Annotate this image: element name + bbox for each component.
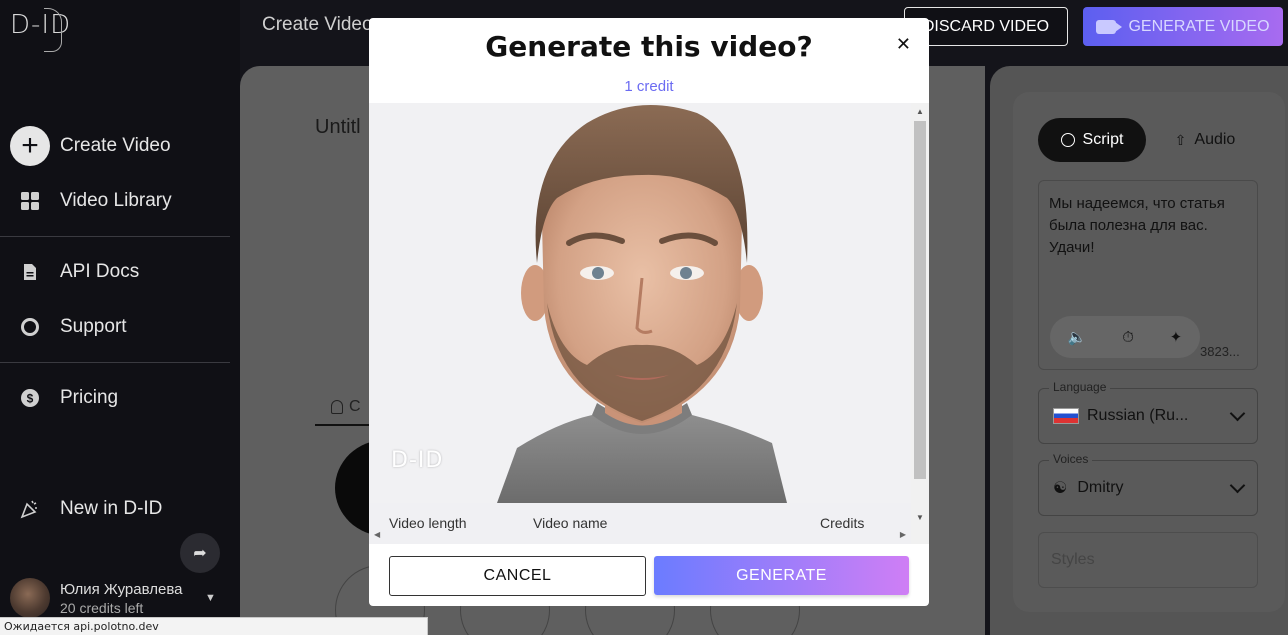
person-icon bbox=[331, 400, 343, 414]
video-camera-icon bbox=[1096, 19, 1123, 34]
scroll-down-icon[interactable]: ▼ bbox=[916, 513, 924, 522]
scroll-right-icon[interactable]: ▶ bbox=[900, 530, 906, 539]
video-preview: D-ID Video length Video name Credits ◀ ▶… bbox=[369, 103, 929, 544]
sidebar-item-create-video[interactable]: + Create Video bbox=[10, 126, 171, 166]
party-icon bbox=[10, 489, 50, 529]
voice-value: Dmitry bbox=[1077, 479, 1124, 496]
generate-video-button[interactable]: GENERATE VIDEO bbox=[1083, 7, 1283, 46]
sidebar-item-new-in-d-id[interactable]: New in D-ID bbox=[10, 489, 162, 529]
cancel-button[interactable]: CANCEL bbox=[389, 556, 646, 596]
script-tools: 🔈 ⏱ ✦ bbox=[1050, 316, 1200, 358]
speaker-icon[interactable]: 🔈 bbox=[1068, 328, 1087, 346]
styles-input[interactable]: Styles bbox=[1038, 532, 1258, 588]
language-value: Russian (Ru... bbox=[1087, 407, 1189, 424]
timer-icon[interactable]: ⏱ bbox=[1122, 329, 1134, 346]
sidebar-item-support[interactable]: Support bbox=[10, 307, 127, 347]
sidebar: D-ID + Create Video Video Library API Do… bbox=[0, 0, 240, 635]
person-voice-icon: ☯ bbox=[1053, 480, 1068, 497]
scroll-left-icon[interactable]: ◀ bbox=[374, 530, 380, 539]
sidebar-item-label: API Docs bbox=[60, 261, 140, 282]
share-button[interactable]: ➦ bbox=[180, 533, 220, 573]
russia-flag-icon bbox=[1053, 408, 1079, 424]
tab-audio[interactable]: ⇧ Audio bbox=[1160, 118, 1250, 162]
lifebuoy-icon bbox=[10, 307, 50, 347]
sidebar-item-label: Create Video bbox=[60, 135, 171, 156]
scrollbar-thumb[interactable] bbox=[914, 121, 926, 479]
close-icon[interactable]: ✕ bbox=[896, 34, 911, 55]
caret-down-icon[interactable]: ▼ bbox=[205, 592, 216, 604]
plus-icon: + bbox=[10, 126, 50, 166]
upload-icon: ⇧ bbox=[1174, 131, 1187, 148]
user-credits: 20 credits left bbox=[60, 599, 144, 616]
sidebar-item-api-docs[interactable]: API Docs bbox=[10, 252, 139, 292]
tab-presenters[interactable]: C bbox=[315, 390, 375, 426]
sidebar-item-pricing[interactable]: $ Pricing bbox=[10, 378, 118, 418]
generate-dialog: Generate this video? ✕ 1 credit D-ID Vid… bbox=[369, 18, 929, 606]
sidebar-item-video-library[interactable]: Video Library bbox=[10, 181, 172, 221]
language-select[interactable]: Language Russian (Ru... bbox=[1038, 380, 1258, 444]
logo-head-outline bbox=[44, 8, 62, 52]
dollar-icon: $ bbox=[10, 378, 50, 418]
voices-label: Voices bbox=[1049, 452, 1093, 466]
user-name: Юлия Журавлева bbox=[60, 580, 183, 598]
generate-video-label: GENERATE VIDEO bbox=[1128, 17, 1270, 35]
dialog-title: Generate this video? bbox=[485, 30, 813, 63]
sidebar-item-label: Video Library bbox=[60, 190, 172, 211]
video-title[interactable]: Untitl bbox=[315, 116, 361, 139]
tab-script-label: Script bbox=[1082, 131, 1124, 148]
sidebar-divider bbox=[0, 362, 230, 363]
generate-button[interactable]: GENERATE bbox=[654, 556, 909, 595]
avatar bbox=[10, 578, 50, 618]
sidebar-divider bbox=[0, 236, 230, 237]
grid-icon bbox=[10, 181, 50, 221]
chevron-down-icon bbox=[1229, 477, 1246, 494]
tab-presenters-label: C bbox=[349, 398, 361, 415]
language-label: Language bbox=[1049, 380, 1111, 394]
tab-audio-label: Audio bbox=[1194, 131, 1236, 148]
document-icon bbox=[10, 252, 50, 292]
sidebar-item-label: New in D-ID bbox=[60, 498, 163, 519]
d-id-watermark: D-ID bbox=[391, 448, 444, 473]
sidebar-item-label: Support bbox=[60, 316, 127, 337]
vertical-scrollbar[interactable]: ▲ ▼ bbox=[911, 103, 929, 544]
chevron-down-icon bbox=[1229, 405, 1246, 422]
credit-cost: 1 credit bbox=[624, 78, 674, 95]
scroll-up-icon[interactable]: ▲ bbox=[916, 107, 924, 116]
browser-status-bar: Ожидается api.polotno.dev bbox=[0, 617, 428, 635]
svg-text:$: $ bbox=[27, 392, 34, 406]
share-arrow-icon: ➦ bbox=[193, 545, 207, 562]
page-title: Create Video bbox=[262, 14, 373, 35]
chat-bubble-icon bbox=[1060, 133, 1075, 147]
presenter-photo bbox=[497, 105, 787, 503]
magic-wand-icon[interactable]: ✦ bbox=[1170, 328, 1183, 346]
voices-select[interactable]: Voices ☯ Dmitry bbox=[1038, 452, 1258, 516]
character-count: 3823... bbox=[1200, 344, 1240, 359]
tab-script[interactable]: Script bbox=[1038, 118, 1146, 162]
sidebar-item-label: Pricing bbox=[60, 387, 119, 408]
user-profile[interactable]: Юлия Журавлева 20 credits left bbox=[10, 578, 182, 618]
horizontal-scrollbar[interactable]: ◀ ▶ bbox=[369, 529, 911, 544]
